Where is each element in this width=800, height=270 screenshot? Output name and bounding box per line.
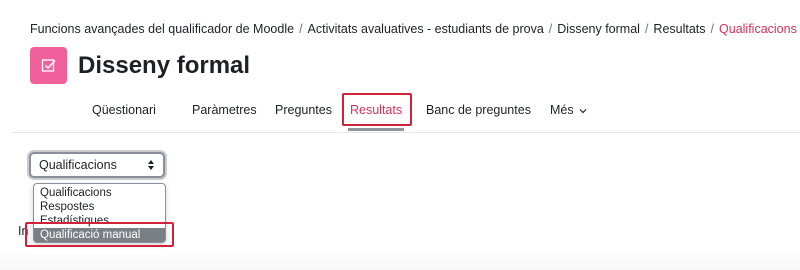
chevron-down-icon <box>579 108 587 114</box>
page: Funcions avançades del qualificador de M… <box>0 0 800 270</box>
breadcrumb-separator: / <box>644 22 649 36</box>
breadcrumb-item-course[interactable]: Funcions avançades del qualificador de M… <box>30 22 294 36</box>
page-header: Disseny formal <box>30 47 250 84</box>
breadcrumb-item-activity[interactable]: Disseny formal <box>557 22 640 36</box>
option-qualificacio-manual[interactable]: Qualificació manual <box>34 228 165 242</box>
tab-questionari[interactable]: Qüestionari <box>92 96 156 124</box>
tab-banc-de-preguntes[interactable]: Banc de preguntes <box>426 96 531 124</box>
tab-mes[interactable]: Més <box>550 96 587 124</box>
report-select-value: Qualificacions <box>39 158 117 172</box>
option-respostes[interactable]: Respostes <box>34 200 165 214</box>
obscured-label: In <box>18 224 29 238</box>
tab-mes-label: Més <box>550 103 574 117</box>
quiz-check-icon <box>30 47 67 84</box>
option-qualificacions[interactable]: Qualificacions <box>34 186 165 200</box>
breadcrumb-item-section[interactable]: Activitats avaluatives - estudiants de p… <box>308 22 544 36</box>
bottom-shade <box>0 250 800 270</box>
breadcrumb: Funcions avançades del qualificador de M… <box>30 22 797 36</box>
report-select-dropdown: Qualificacions Respostes Estadístiques Q… <box>33 183 166 243</box>
breadcrumb-item-current: Qualificacions <box>719 22 797 36</box>
tab-parametres[interactable]: Paràmetres <box>192 96 257 124</box>
tabs-divider <box>12 132 800 133</box>
breadcrumb-separator: / <box>710 22 715 36</box>
quiz-check-icon-glyph <box>41 58 56 72</box>
tab-resultats[interactable]: Resultats <box>347 96 405 131</box>
updown-arrows-glyph <box>148 159 154 170</box>
page-title: Disseny formal <box>78 51 251 79</box>
option-estadistiques[interactable]: Estadístiques <box>34 214 165 228</box>
breadcrumb-item-results[interactable]: Resultats <box>653 22 705 36</box>
breadcrumb-separator: / <box>299 22 303 36</box>
select-updown-icon <box>147 154 155 176</box>
report-select[interactable]: Qualificacions <box>29 152 165 178</box>
tab-preguntes[interactable]: Preguntes <box>275 96 332 124</box>
breadcrumb-separator: / <box>548 22 553 36</box>
